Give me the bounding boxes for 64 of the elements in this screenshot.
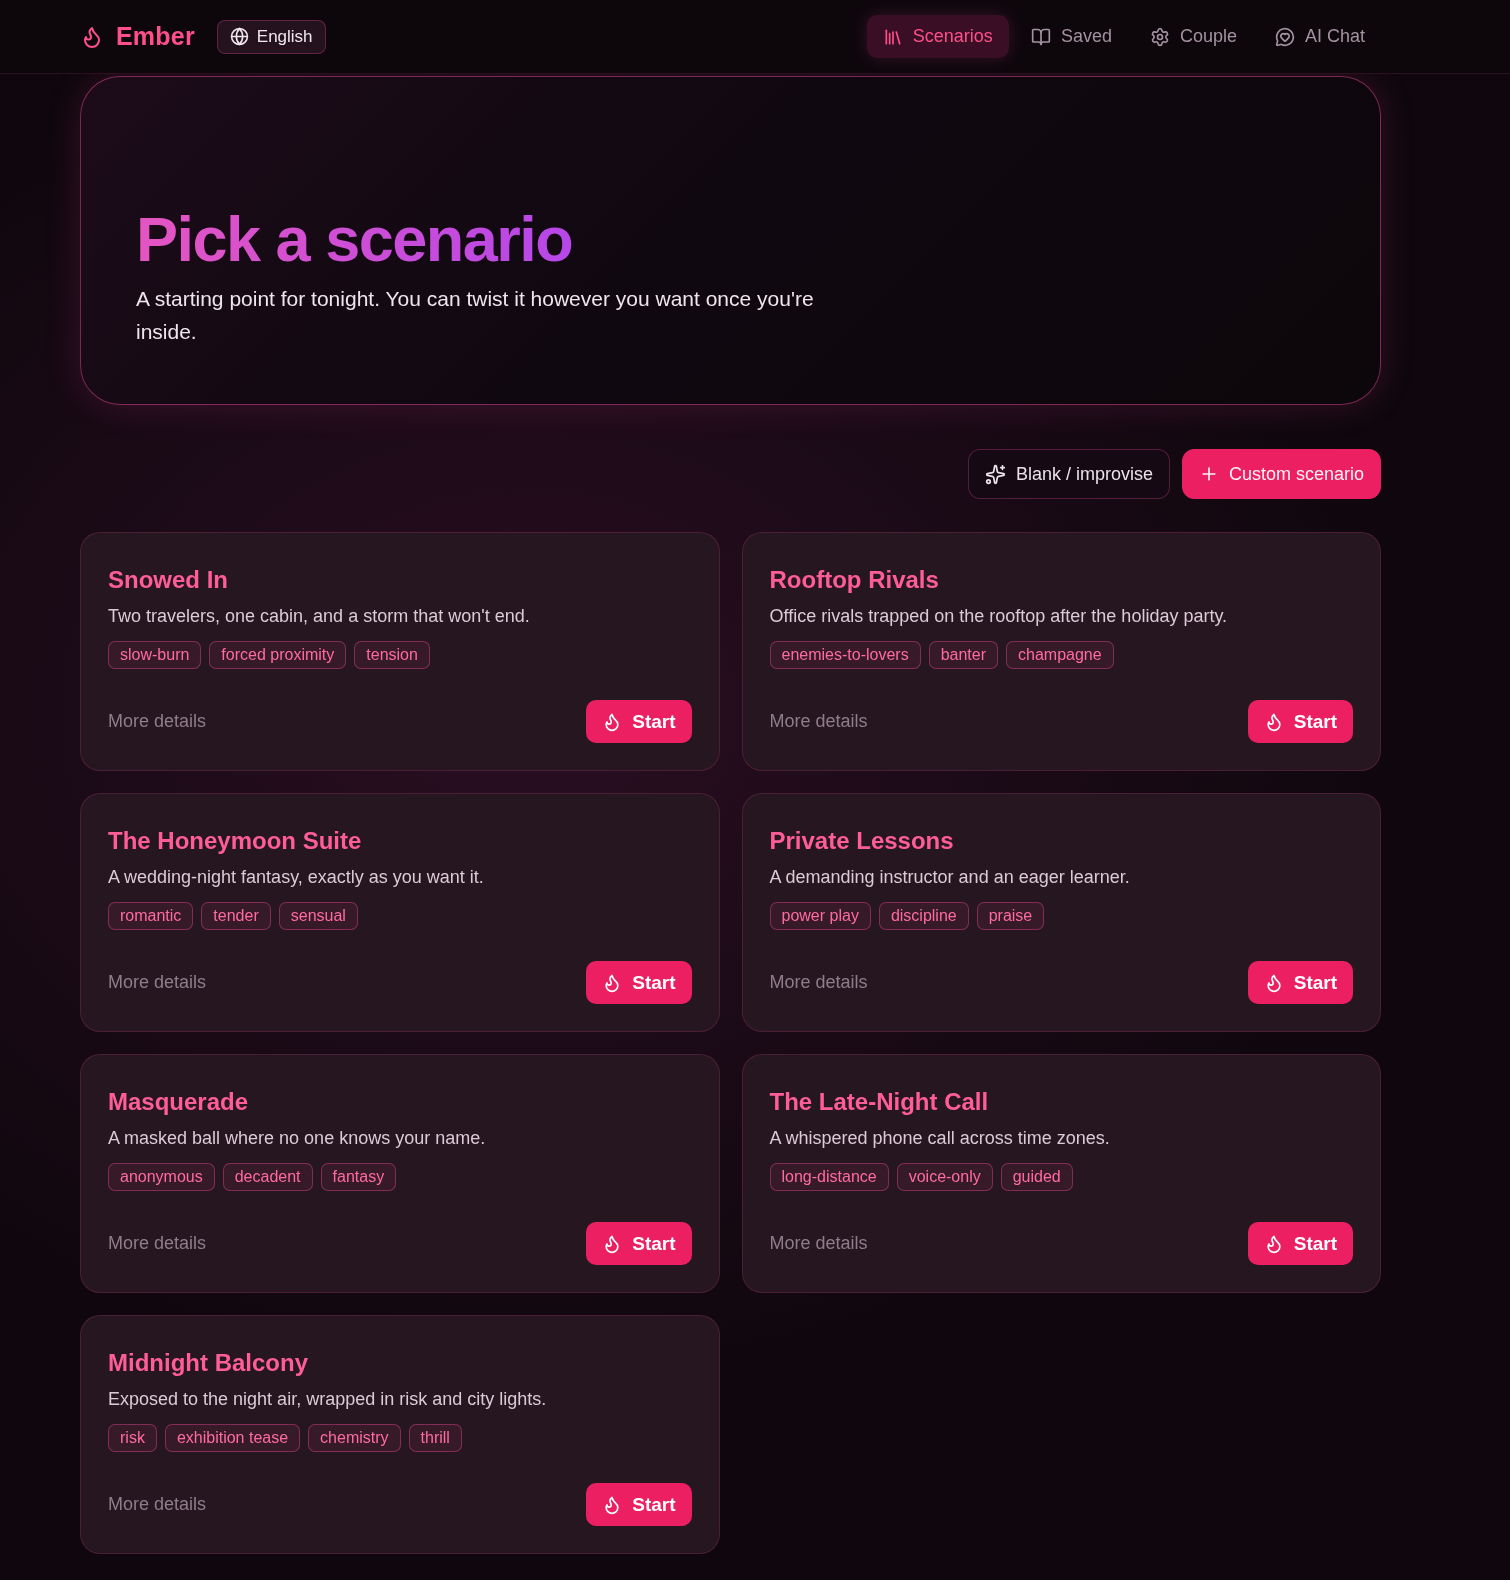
tag: thrill: [408, 1424, 462, 1453]
globe-icon: [229, 27, 249, 46]
scenario-title: Masquerade: [108, 1087, 250, 1118]
scenario-description: Office rivals trapped on the rooftop after the holiday party.: [769, 605, 1229, 629]
tag: enemies-to-lovers: [769, 641, 921, 670]
tag: anonymous: [108, 1163, 215, 1192]
scenario-title: The Late-Night Call: [769, 1087, 990, 1118]
scenario-title: The Honeymoon Suite: [108, 826, 363, 857]
tag: sensual: [278, 902, 358, 931]
scenario-title: Rooftop Rivals: [769, 565, 940, 596]
hero-subtitle: A starting point for tonight. You can twist it however you want once you're inside.: [136, 286, 815, 346]
tag: decadent: [222, 1163, 313, 1192]
nav-tab[interactable]: AI Chat: [1258, 15, 1381, 58]
nav-tab[interactable]: Scenarios: [866, 15, 1009, 58]
tag: tension: [354, 641, 430, 670]
tag: voice-only: [896, 1163, 993, 1192]
tag: fantasy: [320, 1163, 397, 1192]
tag: discipline: [878, 902, 969, 931]
tag: romantic: [108, 902, 194, 931]
more-details-link[interactable]: More details: [108, 711, 207, 733]
book-icon: [1030, 26, 1051, 47]
tag: forced proximity: [209, 641, 347, 670]
tag: tender: [201, 902, 271, 931]
scenario-title: Snowed In: [108, 565, 229, 596]
tag: long-distance: [769, 1163, 889, 1192]
tag: slow-burn: [108, 641, 202, 670]
scenario-description: Two travelers, one cabin, and a storm that won't end.: [108, 605, 531, 629]
chat-heart-icon: [1274, 26, 1295, 47]
nav-tab[interactable]: Couple: [1133, 15, 1253, 58]
tag: praise: [976, 902, 1045, 931]
scenario-description: A demanding instructor and an eager learner.: [769, 866, 1131, 890]
language-button[interactable]: English: [216, 19, 326, 54]
settings-icon: [1149, 26, 1170, 47]
blank-improvise-button[interactable]: Blank / improvise: [967, 449, 1170, 500]
start-button[interactable]: Start: [586, 1483, 692, 1527]
more-details-link[interactable]: More details: [769, 972, 868, 994]
more-details-link[interactable]: More details: [769, 711, 868, 733]
more-details-link[interactable]: More details: [769, 1233, 868, 1255]
start-button[interactable]: Start: [1247, 1222, 1353, 1266]
more-details-link[interactable]: More details: [108, 1494, 207, 1516]
tag: guided: [1000, 1163, 1073, 1192]
sparkles-icon: [984, 463, 1006, 485]
more-details-link[interactable]: More details: [108, 1233, 207, 1255]
scenario-description: A whispered phone call across time zones.: [769, 1127, 1111, 1151]
more-details-link[interactable]: More details: [108, 972, 207, 994]
scenario-description: Exposed to the night air, wrapped in risk and city lights.: [108, 1388, 548, 1412]
custom-scenario-button[interactable]: Custom scenario: [1181, 449, 1381, 500]
tag: chemistry: [308, 1424, 401, 1453]
start-button[interactable]: Start: [586, 1222, 692, 1266]
start-button[interactable]: Start: [586, 961, 692, 1005]
brand-name: Ember: [116, 22, 195, 51]
start-button[interactable]: Start: [1247, 961, 1353, 1005]
start-button[interactable]: Start: [586, 700, 692, 744]
start-button[interactable]: Start: [1247, 700, 1353, 744]
scenario-description: A masked ball where no one knows your name.: [108, 1127, 487, 1151]
tag: banter: [928, 641, 999, 670]
scenario-title: Private Lessons: [769, 826, 955, 857]
scenario-description: A wedding-night fantasy, exactly as you want it.: [108, 866, 485, 890]
tag: champagne: [1006, 641, 1114, 670]
tag: risk: [108, 1424, 157, 1453]
nav-tab[interactable]: Saved: [1014, 15, 1128, 58]
tag: exhibition tease: [164, 1424, 301, 1453]
scenario-title: Midnight Balcony: [108, 1348, 309, 1379]
tag: power play: [769, 902, 871, 931]
